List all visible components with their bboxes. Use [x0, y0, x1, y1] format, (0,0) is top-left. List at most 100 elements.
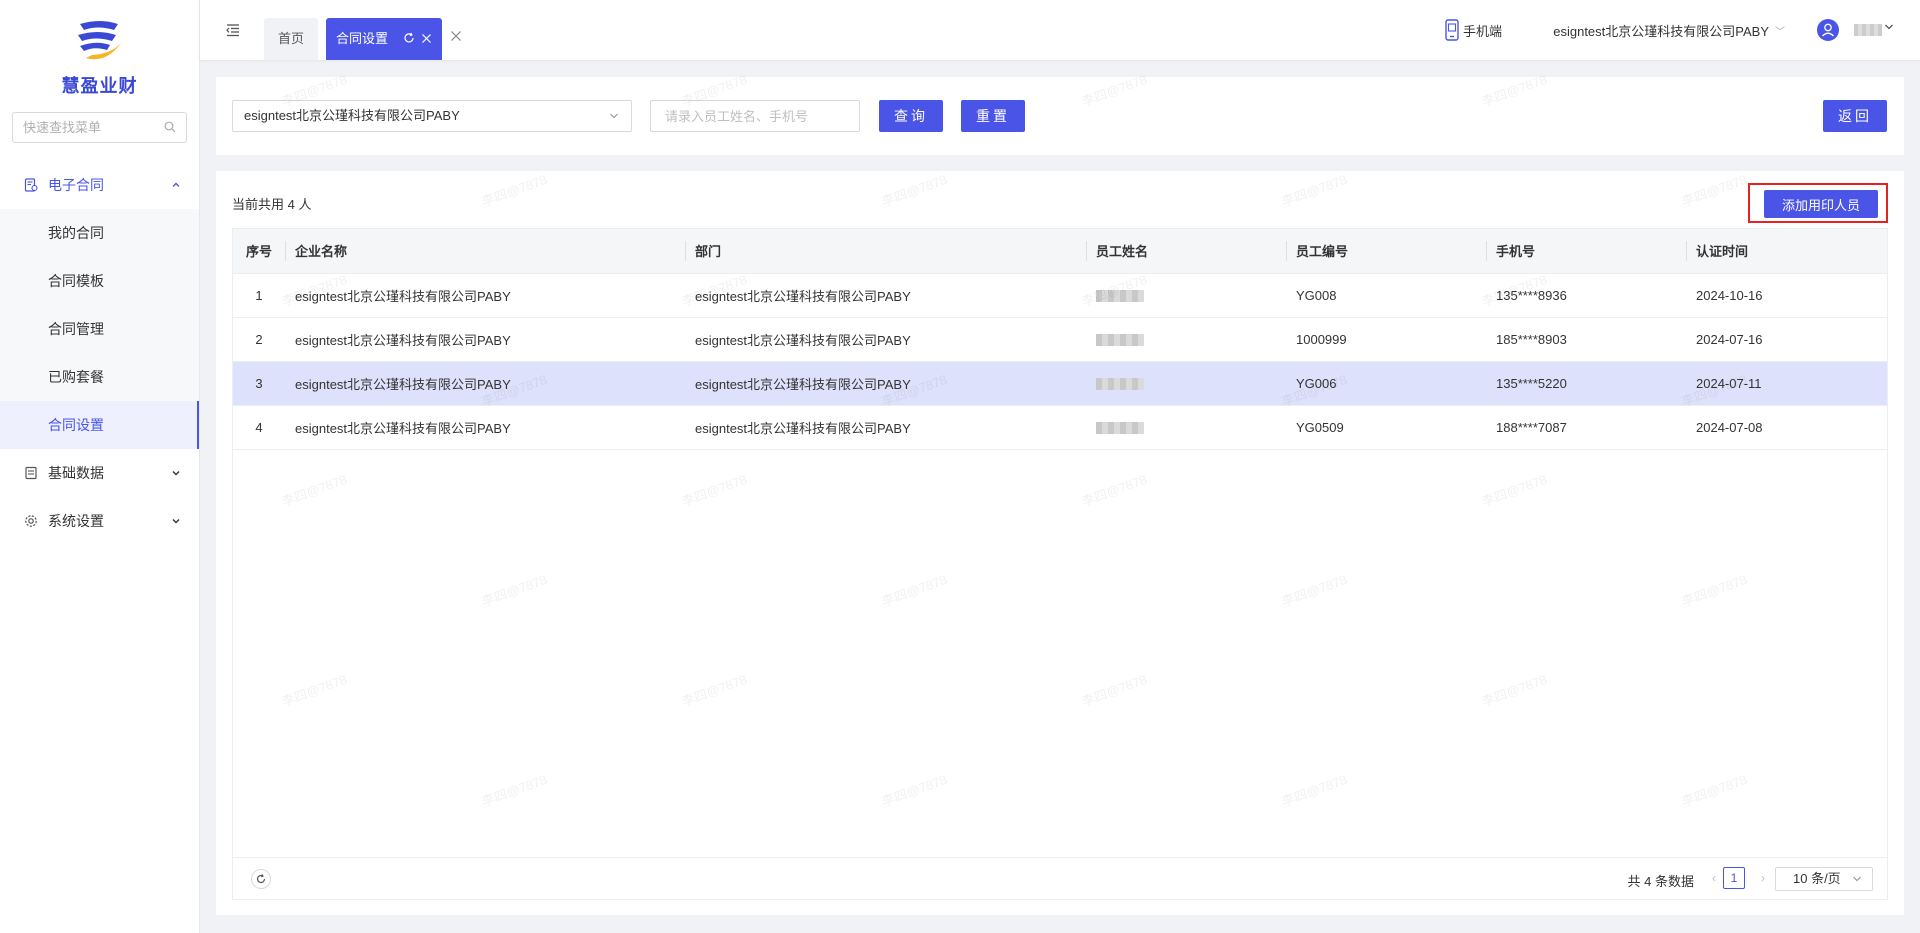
cell-company: esigntest北京公瑾科技有限公司PABY — [285, 317, 685, 362]
page-number[interactable]: 1 — [1723, 867, 1745, 889]
chevron-up-icon — [172, 182, 180, 187]
add-button-highlight: 添加用印人员 — [1748, 183, 1888, 223]
tab-home[interactable]: 首页 — [264, 18, 318, 60]
cell-phone: 135****5220 — [1486, 361, 1686, 406]
top-header: 首页 合同设置 手机端 esigntest北京公瑾科技有限公司PABY ﹀ — [200, 0, 1920, 60]
gear-icon — [25, 515, 37, 527]
mobile-link[interactable]: 手机端 — [1445, 19, 1502, 41]
table-row[interactable]: 4 esigntest北京公瑾科技有限公司PABY esigntest北京公瑾科… — [233, 405, 1887, 450]
sidebar-item-contract-settings[interactable]: 合同设置 — [0, 401, 199, 449]
seal-users-table: 序号 企业名称 部门 员工姓名 员工编号 手机号 认证时间 1 esigntes… — [232, 228, 1888, 900]
column-header: 认证时间 — [1686, 229, 1887, 274]
cell-company: esigntest北京公瑾科技有限公司PABY — [285, 361, 685, 406]
sidebar-item-contract-templates[interactable]: 合同模板 — [0, 257, 199, 305]
cell-employee-no: YG006 — [1286, 361, 1486, 406]
refresh-tab-icon[interactable] — [403, 32, 415, 44]
cell-employee-name — [1086, 361, 1286, 406]
add-seal-user-button[interactable]: 添加用印人员 — [1764, 190, 1878, 218]
table-row[interactable]: 2 esigntest北京公瑾科技有限公司PABY esigntest北京公瑾科… — [233, 317, 1887, 362]
company-name: esigntest北京公瑾科技有限公司PABY — [1553, 24, 1769, 39]
cell-company: esigntest北京公瑾科技有限公司PABY — [285, 405, 685, 450]
menu-search[interactable] — [12, 112, 187, 143]
cell-employee-no: YG0509 — [1286, 405, 1486, 450]
cell-department: esigntest北京公瑾科技有限公司PABY — [685, 361, 1086, 406]
chevron-down-icon — [610, 113, 618, 119]
cell-employee-no: YG008 — [1286, 273, 1486, 318]
chevron-down-icon — [172, 471, 180, 476]
chevron-down-icon — [1853, 876, 1861, 882]
chevron-down-icon — [172, 519, 180, 524]
menu-group-system-settings[interactable]: 系统设置 — [0, 497, 199, 545]
mobile-icon — [1445, 19, 1459, 41]
blurred-name — [1096, 422, 1144, 435]
table-footer: 共 4 条数据 ‹ 1 › 10 条/页 — [233, 857, 1887, 899]
cell-company: esigntest北京公瑾科技有限公司PABY — [285, 273, 685, 318]
company-select[interactable]: esigntest北京公瑾科技有限公司PABY — [232, 100, 632, 132]
company-switcher[interactable]: esigntest北京公瑾科技有限公司PABY ﹀ — [1553, 21, 1785, 40]
sidebar-item-contract-management[interactable]: 合同管理 — [0, 305, 199, 353]
main-content: 当前共用 4 人 添加用印人员 序号 企业名称 部门 员工姓名 员工编号 手机号… — [216, 171, 1904, 915]
column-header: 员工编号 — [1286, 229, 1486, 274]
user-name-blurred — [1854, 24, 1882, 36]
cell-index: 1 — [233, 273, 285, 318]
company-select-value: esigntest北京公瑾科技有限公司PABY — [244, 108, 460, 123]
cell-auth-time: 2024-07-16 — [1686, 317, 1887, 362]
next-page-icon[interactable]: › — [1761, 871, 1765, 885]
mobile-label: 手机端 — [1462, 23, 1502, 39]
refresh-button[interactable] — [251, 869, 271, 889]
blurred-name — [1096, 378, 1144, 391]
blurred-name — [1096, 290, 1144, 303]
logo-icon — [77, 21, 122, 60]
cell-phone: 185****8903 — [1486, 317, 1686, 362]
menu-group-basic-data[interactable]: 基础数据 — [0, 449, 199, 497]
refresh-icon — [256, 874, 266, 884]
database-icon — [25, 466, 37, 480]
avatar[interactable] — [1817, 19, 1839, 41]
cell-department: esigntest北京公瑾科技有限公司PABY — [685, 405, 1086, 450]
table-row[interactable]: 1 esigntest北京公瑾科技有限公司PABY esigntest北京公瑾科… — [233, 273, 1887, 318]
back-button[interactable]: 返回 — [1823, 100, 1887, 132]
cell-employee-name — [1086, 273, 1286, 318]
cell-index: 3 — [233, 361, 285, 406]
cell-phone: 135****8936 — [1486, 273, 1686, 318]
menu-group-label: 电子合同 — [48, 177, 104, 193]
column-header: 序号 — [233, 229, 285, 274]
menu-collapse-icon[interactable] — [226, 23, 240, 37]
cell-auth-time: 2024-07-08 — [1686, 405, 1887, 450]
filter-bar: esigntest北京公瑾科技有限公司PABY 查询 重置 返回 — [216, 77, 1904, 155]
sidebar: 慧盈业财 电子合同 我的合同 合同模板 合同管理 已购套餐 合同设置 — [0, 0, 200, 933]
employee-search-input[interactable] — [650, 100, 860, 132]
tab-label: 合同设置 — [336, 31, 389, 46]
search-icon[interactable] — [164, 121, 176, 133]
contract-icon — [24, 178, 38, 192]
table-row[interactable]: 3 esigntest北京公瑾科技有限公司PABY esigntest北京公瑾科… — [233, 361, 1887, 406]
logo: 慧盈业财 — [0, 0, 199, 108]
reset-button[interactable]: 重置 — [961, 100, 1025, 132]
table-header-row: 序号 企业名称 部门 员工姓名 员工编号 手机号 认证时间 — [233, 229, 1887, 274]
close-tab-icon[interactable] — [421, 33, 432, 44]
close-all-tabs-icon[interactable] — [450, 30, 462, 42]
chevron-down-icon: ﹀ — [1775, 27, 1785, 38]
page-size-value: 10 条/页 — [1793, 871, 1841, 886]
cell-index: 4 — [233, 405, 285, 450]
sidebar-item-my-contracts[interactable]: 我的合同 — [0, 209, 199, 257]
menu-group-contract[interactable]: 电子合同 — [0, 161, 199, 209]
column-header: 员工姓名 — [1086, 229, 1286, 274]
page-size-select[interactable]: 10 条/页 — [1775, 867, 1873, 891]
menu-search-input[interactable] — [13, 113, 186, 142]
column-header: 部门 — [685, 229, 1086, 274]
chevron-down-icon[interactable] — [1884, 22, 1894, 32]
cell-phone: 188****7087 — [1486, 405, 1686, 450]
cell-employee-name — [1086, 317, 1286, 362]
query-button[interactable]: 查询 — [879, 100, 943, 132]
menu-group-label: 基础数据 — [48, 465, 104, 481]
logo-text: 慧盈业财 — [61, 76, 138, 96]
column-header: 企业名称 — [285, 229, 685, 274]
tab-contract-settings[interactable]: 合同设置 — [326, 18, 442, 60]
cell-department: esigntest北京公瑾科技有限公司PABY — [685, 317, 1086, 362]
cell-employee-no: 1000999 — [1286, 317, 1486, 362]
sidebar-item-purchased-packages[interactable]: 已购套餐 — [0, 353, 199, 401]
prev-page-icon[interactable]: ‹ — [1712, 871, 1716, 885]
user-icon — [1822, 23, 1834, 37]
side-menu: 电子合同 我的合同 合同模板 合同管理 已购套餐 合同设置 基础数据 系统设置 — [0, 161, 199, 545]
